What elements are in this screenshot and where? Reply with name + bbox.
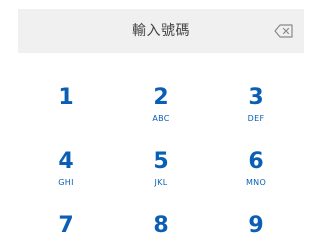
key-1[interactable]: 1 (18, 80, 114, 144)
key-letters: DEF (247, 114, 265, 123)
key-digit: 9 (248, 213, 264, 238)
key-digit: 2 (153, 85, 169, 110)
key-digit: 1 (58, 85, 74, 110)
phone-number-placeholder: 輸入號碼 (132, 23, 190, 39)
key-letters: GHI (58, 178, 74, 187)
key-letters: JKL (154, 178, 168, 187)
key-digit: 3 (248, 85, 264, 110)
key-2[interactable]: 2 ABC (113, 80, 209, 144)
key-4[interactable]: 4 GHI (18, 144, 114, 208)
key-8[interactable]: 8 (113, 208, 209, 245)
backspace-icon[interactable] (274, 23, 294, 39)
phone-number-field[interactable]: 輸入號碼 (18, 9, 304, 53)
key-6[interactable]: 6 MNO (208, 144, 304, 208)
key-9[interactable]: 9 (208, 208, 304, 245)
key-letters: MNO (245, 178, 267, 187)
key-digit: 6 (248, 149, 264, 174)
key-3[interactable]: 3 DEF (208, 80, 304, 144)
key-letters: ABC (152, 114, 170, 123)
key-7[interactable]: 7 (18, 208, 114, 245)
key-5[interactable]: 5 JKL (113, 144, 209, 208)
dialpad-screen: 輸入號碼 1 2 ABC 3 DEF 4 GHI 5 JKL 6 MNO 7 8… (0, 0, 318, 245)
key-digit: 5 (153, 149, 169, 174)
key-digit: 8 (153, 213, 169, 238)
key-digit: 7 (58, 213, 74, 238)
key-digit: 4 (58, 149, 74, 174)
